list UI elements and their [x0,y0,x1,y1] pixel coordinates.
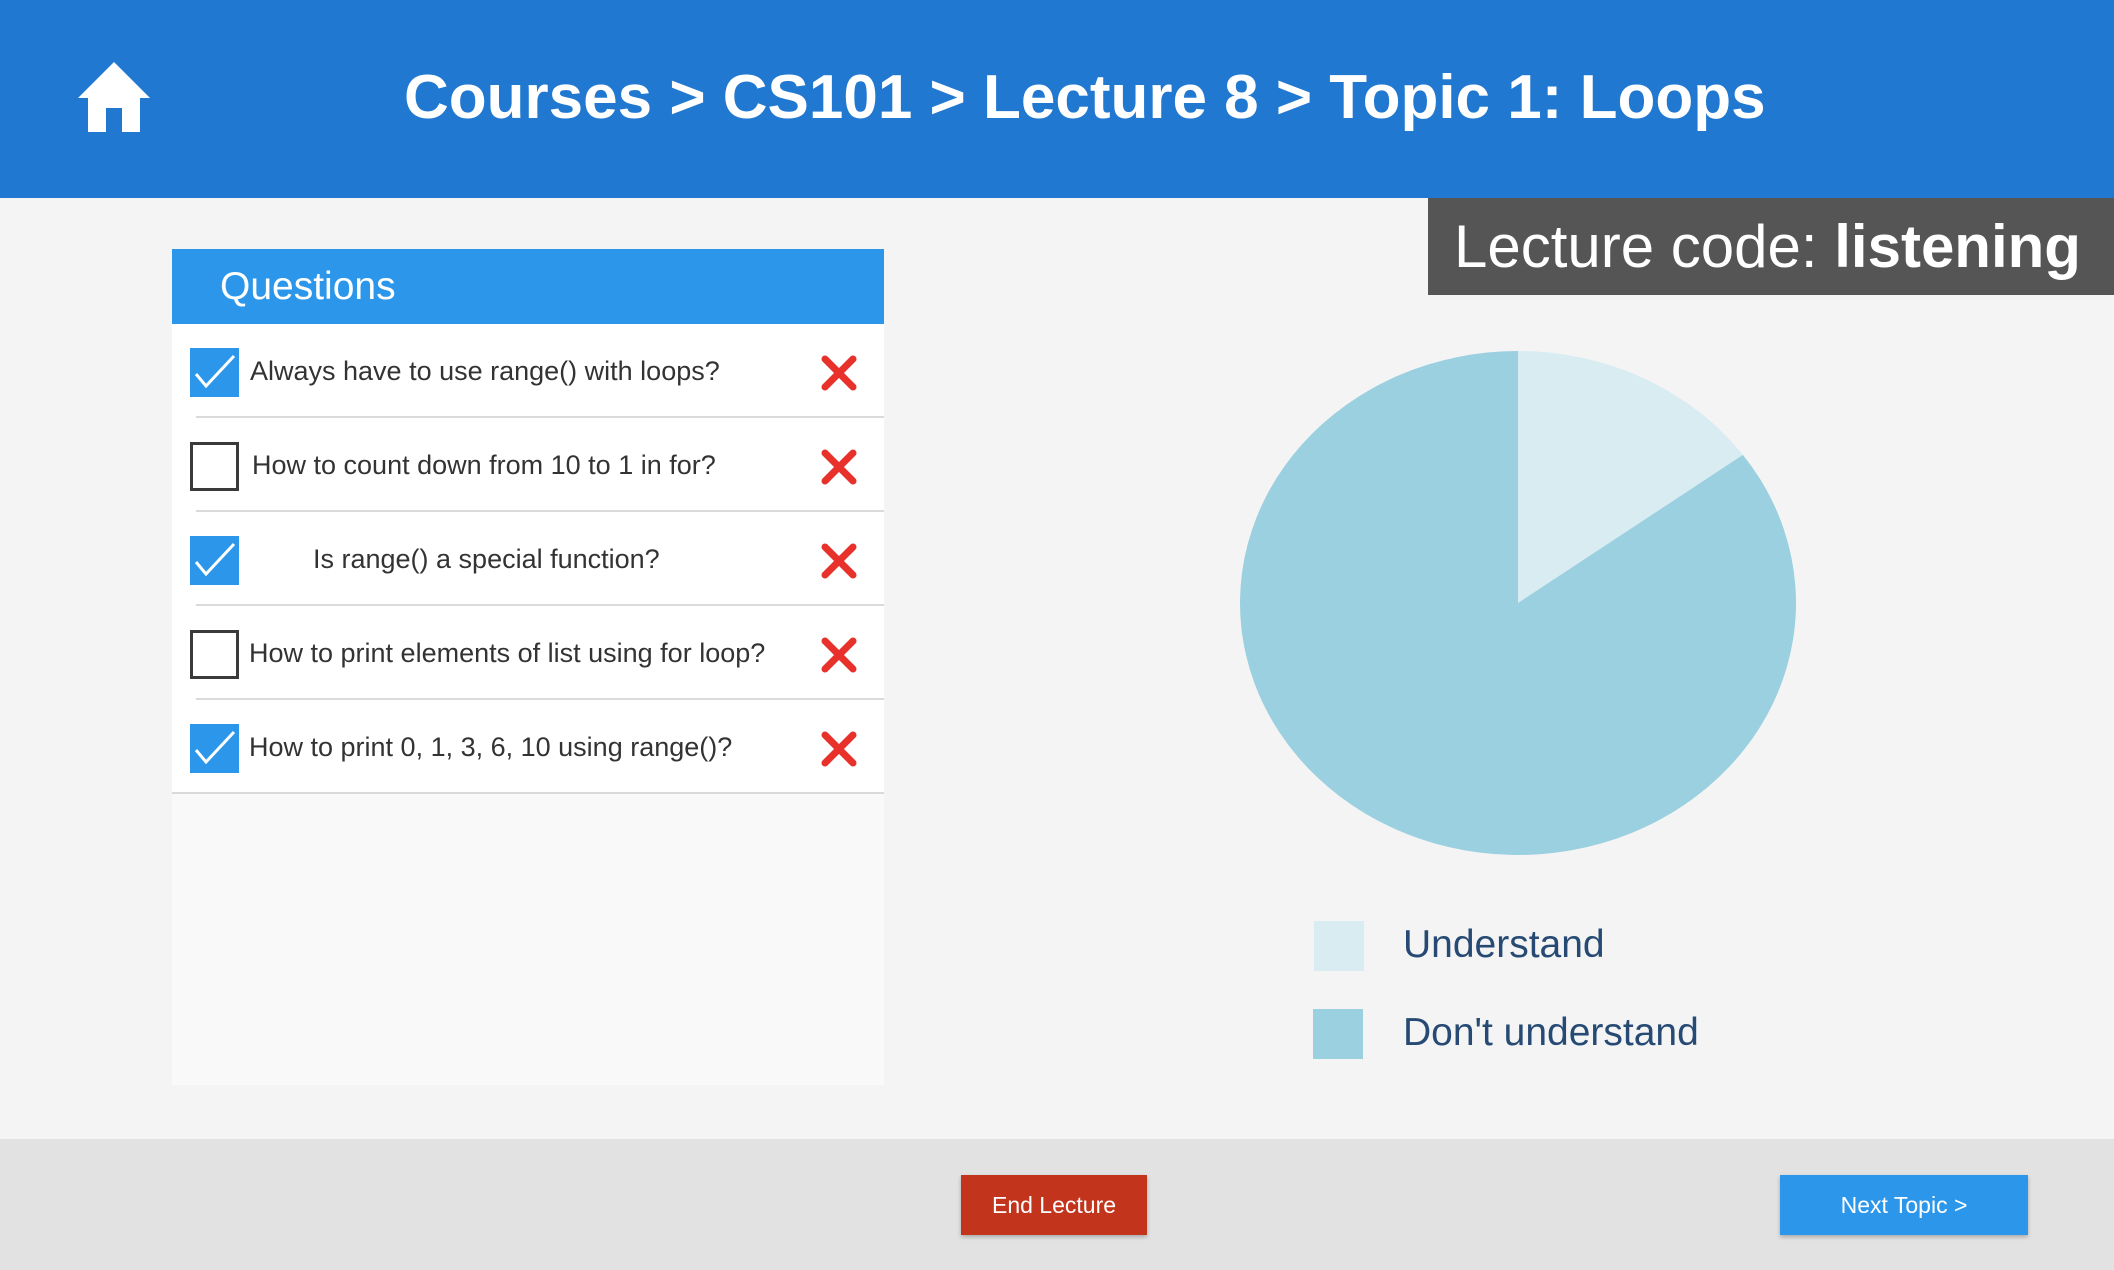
legend-swatch-dont-understand [1313,1009,1363,1059]
question-row: Always have to use range() with loops? [172,324,884,418]
legend-label-dont-understand: Don't understand [1403,1011,1699,1054]
question-row: How to count down from 10 to 1 in for? [172,418,884,512]
question-checkbox[interactable] [190,536,239,585]
checkmark-icon [194,730,236,765]
checkmark-icon [194,542,236,577]
breadcrumb: Courses > CS101 > Lecture 8 > Topic 1: L… [404,63,1766,132]
next-topic-button[interactable]: Next Topic > [1780,1175,2028,1235]
close-icon[interactable] [820,730,858,768]
lecture-code-box: Lecture code: listening [1428,198,2114,295]
legend-swatch-understand [1314,921,1364,971]
question-text: How to print elements of list using for … [249,638,766,668]
question-text: How to print 0, 1, 3, 6, 10 using range(… [249,732,733,762]
close-icon[interactable] [820,448,858,486]
question-row: How to print 0, 1, 3, 6, 10 using range(… [172,700,884,794]
question-checkbox[interactable] [190,724,239,773]
question-checkbox[interactable] [190,630,239,679]
close-icon[interactable] [820,354,858,392]
questions-title: Questions [172,249,884,324]
row-divider [172,792,884,794]
question-text: Is range() a special function? [313,544,660,574]
checkmark-icon [194,354,236,389]
question-text: How to count down from 10 to 1 in for? [252,450,716,480]
question-text: Always have to use range() with loops? [250,356,720,386]
end-lecture-button[interactable]: End Lecture [961,1175,1147,1235]
understanding-pie-chart [1240,351,1796,855]
header-bar: Courses > CS101 > Lecture 8 > Topic 1: L… [0,0,2114,198]
close-icon[interactable] [820,636,858,674]
question-row: Is range() a special function? [172,512,884,606]
legend-label-understand: Understand [1403,923,1605,966]
close-icon[interactable] [820,542,858,580]
lecture-code-value: listening [1834,213,2081,280]
question-checkbox[interactable] [190,348,239,397]
lecture-code-label: Lecture code: [1454,213,1835,280]
question-row: How to print elements of list using for … [172,606,884,700]
questions-panel: Questions Always have to use range() wit… [172,249,884,1085]
question-checkbox[interactable] [190,442,239,491]
home-icon[interactable] [78,62,190,134]
